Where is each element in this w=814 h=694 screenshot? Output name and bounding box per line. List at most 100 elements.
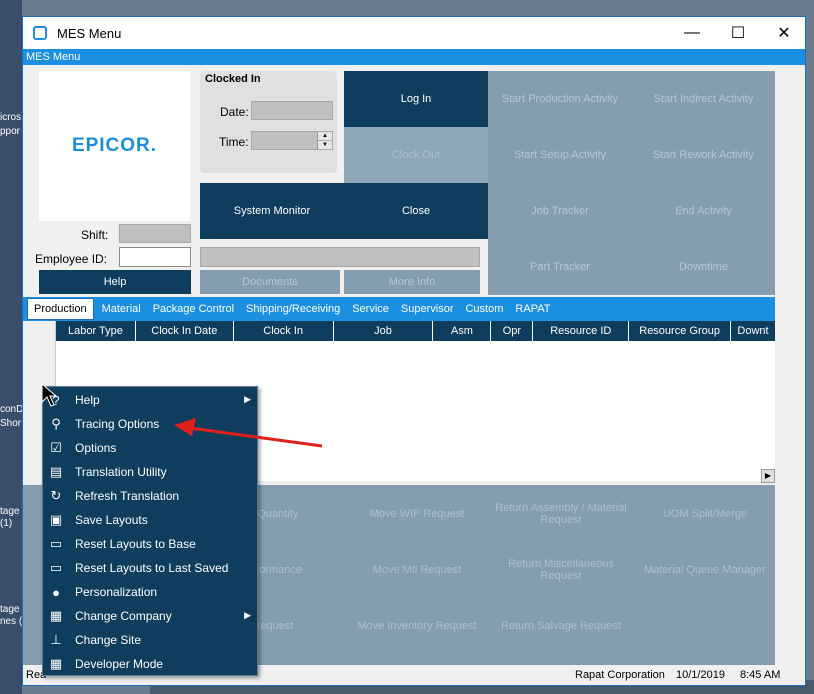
system-monitor-button[interactable]: System Monitor <box>200 183 344 239</box>
column-header-clock-in-date[interactable]: Clock In Date <box>136 321 234 341</box>
tab-shipping-receiving[interactable]: Shipping/Receiving <box>240 303 346 315</box>
menu-item-refresh-translation[interactable]: ↻ Refresh Translation <box>43 484 257 508</box>
submenu-arrow-icon: ▶ <box>244 394 251 404</box>
menu-item-label: Tracing Options <box>75 417 160 431</box>
spin-down-icon[interactable]: ▼ <box>318 141 332 150</box>
start-rework-button[interactable]: Start Rework Activity <box>632 127 775 183</box>
menu-item-label: Change Company <box>75 609 172 623</box>
desktop-icon-label[interactable]: ppor <box>0 126 22 137</box>
part-tracker-button[interactable]: Part Tracker <box>488 239 632 295</box>
employee-id-input[interactable] <box>119 247 191 267</box>
log-in-button[interactable]: Log In <box>344 71 488 127</box>
start-production-button[interactable]: Start Production Activity <box>488 71 632 127</box>
scroll-right-icon[interactable]: ▶ <box>761 469 775 483</box>
column-header-asm[interactable]: Asm <box>433 321 492 341</box>
site-icon: ⊥ <box>50 632 62 647</box>
column-header-resource-id[interactable]: Resource ID <box>533 321 630 341</box>
clocked-in-title: Clocked In <box>205 73 261 85</box>
desktop-icon-label[interactable]: (1) <box>0 518 22 529</box>
tab-rapat[interactable]: RAPAT <box>509 303 556 315</box>
menu-item-label: Reset Layouts to Base <box>75 537 196 551</box>
time-spinner[interactable]: ▲ ▼ <box>317 132 332 150</box>
start-setup-button[interactable]: Start Setup Activity <box>488 127 632 183</box>
help-button[interactable]: Help <box>39 270 191 294</box>
refresh-icon: ↻ <box>50 488 62 503</box>
menu-item-personalization[interactable]: ● Personalization <box>43 580 257 604</box>
status-time: 8:45 AM <box>740 669 781 681</box>
job-tracker-button[interactable]: Job Tracker <box>488 183 632 239</box>
menu-item-options[interactable]: ☑ Options <box>43 436 257 460</box>
column-header-labor-type[interactable]: Labor Type <box>56 321 136 341</box>
reset-base-icon: ▭ <box>49 536 63 551</box>
desktop-icon-label[interactable]: conD <box>0 404 22 415</box>
title-bar[interactable]: MES Menu — ☐ ✕ <box>23 17 805 49</box>
column-header-clock-in[interactable]: Clock In <box>234 321 334 341</box>
menu-item-save-layouts[interactable]: ▣ Save Layouts <box>43 508 257 532</box>
spin-up-icon[interactable]: ▲ <box>318 132 332 141</box>
company-icon: ▦ <box>49 608 63 623</box>
return-assembly-request-button[interactable]: Return Assembly / Material Request <box>489 489 633 539</box>
tab-production[interactable]: Production <box>27 298 94 320</box>
reset-saved-icon: ▭ <box>49 560 63 575</box>
menu-bar[interactable]: MES Menu <box>23 49 805 65</box>
context-menu: ? Help ▶ ⚲ Tracing Options ☑ Options ▤ T… <box>42 386 258 676</box>
close-window-button[interactable]: ✕ <box>761 17 807 49</box>
column-header-opr[interactable]: Opr <box>491 321 534 341</box>
menu-item-label: Save Layouts <box>75 513 148 527</box>
shift-label: Shift: <box>81 228 109 242</box>
menu-item-reset-layouts-saved[interactable]: ▭ Reset Layouts to Last Saved <box>43 556 257 580</box>
time-label: Time: <box>219 135 249 149</box>
tab-custom[interactable]: Custom <box>459 303 509 315</box>
uom-split-merge-button[interactable]: UOM Split/Merge <box>633 489 777 539</box>
tab-material[interactable]: Material <box>96 303 147 315</box>
menu-item-change-site[interactable]: ⊥ Change Site <box>43 628 257 652</box>
return-misc-request-button[interactable]: Return Miscellaneous Request <box>489 545 633 595</box>
downtime-button[interactable]: Downtime <box>632 239 775 295</box>
date-label: Date: <box>220 105 249 119</box>
tracing-icon: ⚲ <box>51 416 61 431</box>
move-wip-request-button[interactable]: Move WIP Request <box>345 489 489 539</box>
tab-service[interactable]: Service <box>346 303 395 315</box>
desktop-icon-label[interactable]: Shor <box>0 418 22 429</box>
end-activity-button[interactable]: End Activity <box>632 183 775 239</box>
desktop-icon-label[interactable]: nes ( <box>0 616 22 627</box>
menu-item-change-company[interactable]: ▦ Change Company ▶ <box>43 604 257 628</box>
maximize-button[interactable]: ☐ <box>715 17 761 49</box>
shift-field <box>119 224 191 243</box>
app-icon <box>33 26 47 40</box>
move-mtl-request-button[interactable]: Move Mtl Request <box>345 545 489 595</box>
menu-item-help[interactable]: ? Help ▶ <box>43 388 257 412</box>
more-info-button[interactable]: More Info <box>344 270 480 294</box>
menu-item-translation-utility[interactable]: ▤ Translation Utility <box>43 460 257 484</box>
clock-out-button[interactable]: Clock Out <box>344 127 488 183</box>
menu-item-label: Help <box>75 393 100 407</box>
close-button[interactable]: Close <box>344 183 488 239</box>
menu-item-label: Refresh Translation <box>75 489 180 503</box>
save-icon: ▣ <box>49 512 63 527</box>
tab-package-control[interactable]: Package Control <box>147 303 240 315</box>
desktop-icon-label[interactable]: icros <box>0 112 22 123</box>
help-icon: ? <box>52 392 60 408</box>
minimize-button[interactable]: — <box>669 17 715 49</box>
material-queue-manager-button[interactable]: Material Queue Manager <box>633 545 777 595</box>
move-inventory-request-button[interactable]: Move Inventory Request <box>345 601 489 651</box>
desktop-icon-label[interactable]: tage <box>0 604 22 615</box>
menu-item-label: Change Site <box>75 633 142 647</box>
menu-item-developer-mode[interactable]: ▦ Developer Mode <box>43 652 257 676</box>
start-indirect-button[interactable]: Start Indirect Activity <box>632 71 775 127</box>
tab-supervisor[interactable]: Supervisor <box>395 303 460 315</box>
logo-text: EPICOR. <box>71 135 158 156</box>
menu-item-reset-layouts-base[interactable]: ▭ Reset Layouts to Base <box>43 532 257 556</box>
documents-button[interactable]: Documents <box>200 270 340 294</box>
return-salvage-request-button[interactable]: Return Salvage Request <box>489 601 633 651</box>
menu-item-tracing-options[interactable]: ⚲ Tracing Options <box>43 412 257 436</box>
employee-id-label: Employee ID: <box>35 252 108 266</box>
column-header-downtime[interactable]: Downt <box>731 321 775 341</box>
menu-item-label: Personalization <box>75 585 158 599</box>
status-company: Rapat Corporation <box>575 669 665 681</box>
window-title: MES Menu <box>57 25 122 41</box>
desktop-icon-label[interactable]: tage <box>0 506 22 517</box>
submenu-arrow-icon: ▶ <box>244 610 251 620</box>
column-header-resource-group[interactable]: Resource Group <box>629 321 732 341</box>
column-header-job[interactable]: Job <box>334 321 434 341</box>
